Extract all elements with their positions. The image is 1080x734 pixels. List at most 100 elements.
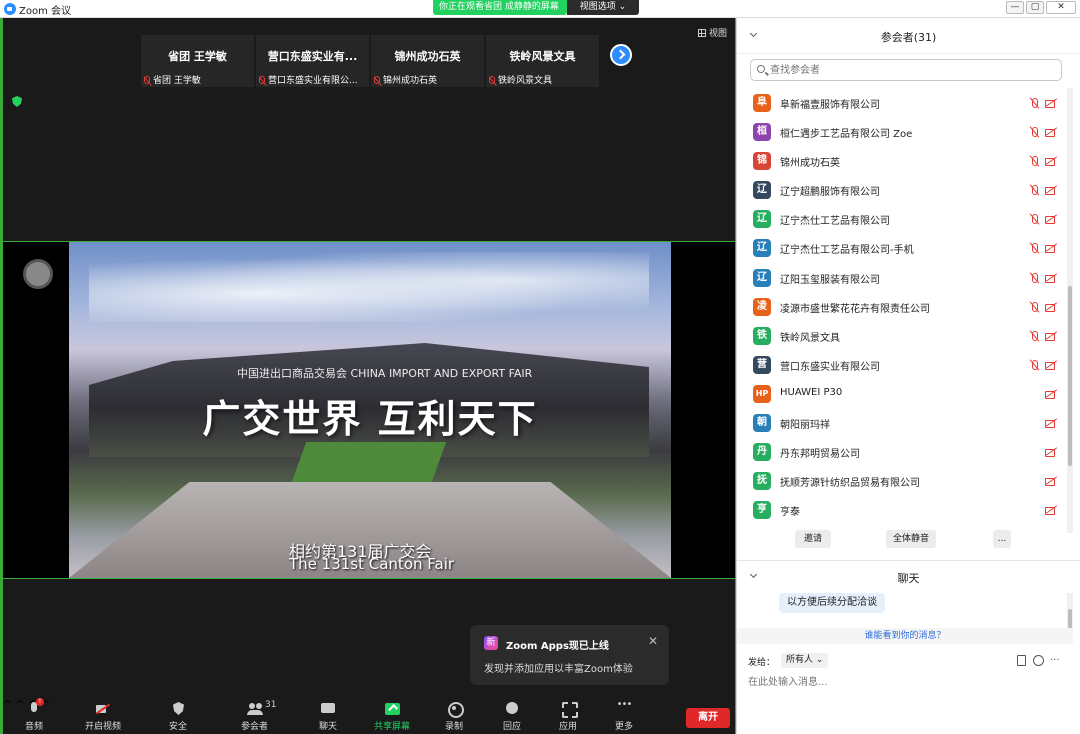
video-tile[interactable]: 锦州成功石英 锦州成功石英 (371, 35, 484, 87)
tile-label: 省团 王学敏 (144, 73, 252, 86)
encryption-shield-icon[interactable] (12, 96, 22, 107)
participant-row[interactable]: 铁铁岭风景文具 (737, 322, 1073, 351)
participant-row[interactable]: 丹丹东邦明贸易公司 (737, 438, 1073, 467)
slogan: 广交世界 互利天下 (202, 397, 538, 441)
maximize-button[interactable]: ▢ (1026, 1, 1044, 14)
participant-row[interactable]: 辽辽阳玉玺服装有限公司 (737, 264, 1073, 293)
meeting-toolbar: ! 音频 ^ 开启视频 ^ 安全 参会者 31 ^ 聊天 共享屏幕 ^ 录制 回… (3, 698, 735, 734)
tile-label-text: 省团 王学敏 (153, 76, 201, 86)
canton-fair-image: 中国进出口商品交易会 CHINA IMPORT AND EXPORT FAIR … (69, 242, 671, 578)
participants-more-button[interactable]: ... (993, 530, 1011, 548)
invite-button[interactable]: 邀请 (795, 530, 831, 548)
chat-more-icon[interactable]: ... (1050, 652, 1060, 663)
scrollbar-thumb[interactable] (1068, 286, 1072, 466)
view-options-button[interactable]: 视图选项 ⌄ (567, 0, 639, 15)
mic-muted-icon (1029, 242, 1041, 254)
mic-muted-icon (489, 76, 495, 84)
audio-label: 音频 (25, 722, 44, 732)
tile-name: 省团 王学敏 (168, 50, 227, 63)
participant-row[interactable]: HP HUAWEI P30 (737, 380, 1073, 409)
mic-muted-icon (374, 76, 380, 84)
chat-scrollbar-thumb[interactable] (1068, 609, 1072, 629)
participant-row[interactable]: 抚抚顺芳源针纺织品贸易有限公司 (737, 467, 1073, 496)
mic-muted-icon (1029, 301, 1041, 313)
subtitle-en: The 131st Canton Fair (289, 555, 455, 573)
mute-all-button[interactable]: 全体静音 (886, 530, 936, 548)
participant-row[interactable]: 凌凌源市盛世繁花花卉有限责任公司 (737, 293, 1073, 322)
who-can-see-link[interactable]: 谁能看到你的消息？ (737, 628, 1073, 644)
window-title: Zoom 会议 (19, 6, 72, 17)
reactions-button[interactable]: 回应 (503, 702, 521, 732)
participants-title: 参会者(31) (880, 31, 937, 44)
participant-row[interactable]: 朝朝阳丽玛祥 (737, 409, 1073, 438)
participant-name: 亨泰 (780, 507, 800, 519)
zoom-app-icon (4, 3, 16, 15)
video-tile[interactable]: 省团 王学敏 省团 王学敏 (141, 35, 254, 87)
record-button[interactable]: 录制 (445, 702, 464, 732)
chat-message-input[interactable] (748, 672, 1068, 692)
mic-muted-icon (1029, 126, 1041, 138)
participant-row[interactable]: 桓桓仁遇步工艺品有限公司 Zoe (737, 118, 1073, 147)
view-switch-button[interactable]: 视图 (697, 26, 727, 39)
window-controls: — ▢ ✕ (1006, 1, 1076, 14)
close-window-button[interactable]: ✕ (1046, 1, 1076, 14)
mic-muted-icon (1029, 330, 1041, 342)
participant-avatar: 亨 (753, 501, 771, 520)
start-video-button[interactable]: 开启视频 (85, 702, 121, 732)
participant-name: 朝阳丽玛祥 (780, 420, 830, 432)
participant-list: 阜阜新福壹服饰有限公司桓桓仁遇步工艺品有限公司 Zoe 锦锦州成功石英辽辽宁超鹏服… (737, 89, 1073, 525)
video-options-caret[interactable]: ^ (16, 698, 25, 711)
send-to-select[interactable]: 所有人 ⌄ (781, 653, 829, 668)
minimize-button[interactable]: — (1006, 1, 1024, 14)
participant-row[interactable]: 辽辽宁杰仕工艺品有限公司-手机 (737, 234, 1073, 263)
participant-avatar: 阜 (753, 94, 771, 112)
chat-scrollbar[interactable] (1067, 593, 1073, 633)
participant-avatar: HP (753, 384, 771, 403)
participant-avatar: 辽 (753, 210, 771, 229)
participant-name: 辽宁杰仕工艺品有限公司-手机 (780, 245, 914, 257)
toast-close-icon[interactable]: ✕ (648, 634, 658, 648)
microphone-icon: ! (26, 698, 44, 716)
mic-muted-icon (144, 76, 150, 84)
camera-off-icon (1045, 214, 1057, 225)
participant-search[interactable] (750, 59, 1062, 81)
security-button[interactable]: 安全 (169, 702, 187, 732)
participant-name: 辽宁杰仕工艺品有限公司 (780, 216, 890, 228)
more-button[interactable]: 更多 (615, 699, 633, 732)
audio-button[interactable]: ! 音频 (25, 698, 44, 732)
presenter-avatar (23, 259, 53, 289)
participant-row[interactable]: 阜阜新福壹服饰有限公司 (737, 89, 1073, 118)
participant-name: 丹东邦明贸易公司 (780, 449, 860, 461)
leave-meeting-button[interactable]: 离开 (686, 708, 730, 728)
mic-muted-icon (1029, 155, 1041, 167)
camera-off-icon (1045, 185, 1057, 196)
start-video-label: 开启视频 (85, 722, 122, 732)
participant-row[interactable]: 辽辽宁超鹏服饰有限公司 (737, 176, 1073, 205)
participant-list-scrollbar[interactable] (1067, 88, 1073, 533)
video-tile[interactable]: 铁岭风景文具 铁岭风景文具 (486, 35, 599, 87)
audio-warning-badge: ! (36, 698, 44, 706)
toast-body[interactable]: 发现并添加应用以丰富Zoom体验 (484, 660, 633, 675)
participant-row[interactable]: 辽辽宁杰仕工艺品有限公司 (737, 205, 1073, 234)
zoom-apps-toast: 新 Zoom Apps现已上线 ✕ 发现并添加应用以丰富Zoom体验 (470, 625, 669, 685)
tile-label: 锦州成功石英 (374, 73, 482, 86)
chat-button[interactable]: 聊天 (319, 702, 337, 732)
share-screen-icon (384, 702, 400, 716)
participant-row[interactable]: 亨亨泰 (737, 496, 1073, 525)
file-icon[interactable] (1017, 655, 1026, 666)
share-screen-button[interactable]: 共享屏幕 (374, 702, 410, 732)
emoji-icon[interactable] (1033, 655, 1044, 666)
audio-options-caret[interactable]: ^ (3, 698, 12, 711)
participant-avatar: 凌 (753, 297, 771, 316)
participant-name: 营口东盛实业有限公司 (780, 361, 880, 373)
participants-button[interactable]: 参会者 (241, 702, 268, 732)
participant-search-input[interactable] (770, 62, 1050, 78)
next-page-arrow-icon[interactable] (610, 44, 632, 66)
participant-row[interactable]: 锦锦州成功石英 (737, 147, 1073, 176)
video-tile[interactable]: 营口东盛实业有... 营口东盛实业有限公... (256, 35, 369, 87)
camera-off-icon (1045, 360, 1057, 370)
participant-avatar: 辽 (753, 268, 771, 287)
participant-name: 辽阳玉玺服装有限公司 (780, 274, 880, 286)
apps-button[interactable]: 应用 (559, 702, 578, 732)
participant-row[interactable]: 营营口东盛实业有限公司 (737, 351, 1073, 380)
